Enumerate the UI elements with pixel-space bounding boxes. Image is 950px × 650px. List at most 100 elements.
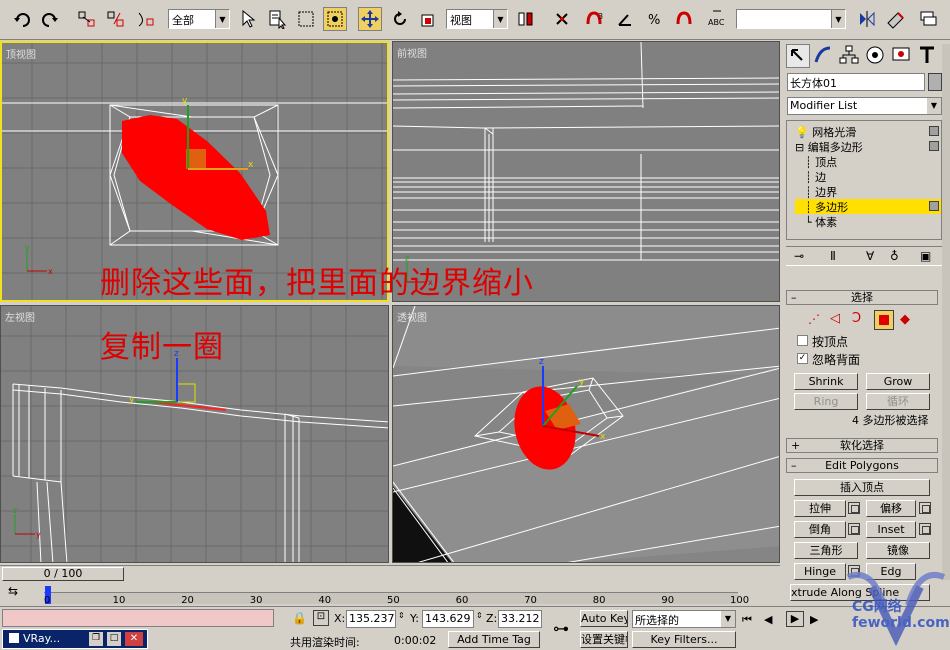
remove-modifier-icon[interactable]: ♁: [890, 249, 899, 263]
spinner-icon[interactable]: ⇕: [476, 611, 483, 620]
polygon-mode-icon[interactable]: [874, 310, 894, 330]
soft-selection-rollout-header[interactable]: + 软化选择: [786, 438, 938, 453]
edit-polygons-rollout-header[interactable]: – Edit Polygons: [786, 458, 938, 473]
bind-spacewarp-icon[interactable]: [134, 7, 158, 31]
redo-icon[interactable]: [38, 7, 62, 31]
border-mode-icon[interactable]: Ↄ: [852, 311, 861, 326]
element-mode-icon[interactable]: ◆: [900, 312, 910, 327]
stack-item-vertex[interactable]: ┊ 顶点: [795, 154, 941, 169]
select-link-icon[interactable]: [75, 7, 99, 31]
object-color-swatch[interactable]: [928, 73, 942, 91]
modifier-list-dropdown[interactable]: Modifier List ▼: [787, 97, 942, 115]
track-bar-icon[interactable]: ⇆: [8, 584, 28, 602]
configure-sets-icon[interactable]: ▣: [920, 249, 931, 263]
timeline-tick-label: 10: [112, 595, 126, 606]
selection-rollout-header[interactable]: – 选择: [786, 290, 938, 305]
show-end-result-icon[interactable]: Ⅱ: [830, 249, 836, 263]
loop-button[interactable]: 循环: [866, 393, 930, 410]
pin-stack-icon[interactable]: ⊸: [794, 249, 804, 263]
bevel-settings-icon[interactable]: [848, 523, 860, 535]
lock-icon[interactable]: 🔒: [292, 611, 307, 627]
annotation-line-1: 删除这些面，把里面的边界缩小: [100, 266, 534, 301]
extrude-settings-icon[interactable]: [848, 502, 860, 514]
close-icon[interactable]: ✕: [125, 632, 143, 646]
undo-icon[interactable]: [10, 7, 34, 31]
percent-snap-icon[interactable]: %: [643, 7, 667, 31]
ring-button[interactable]: Ring: [794, 393, 858, 410]
key-icon[interactable]: ⊶: [546, 611, 576, 647]
stack-item-border[interactable]: ┊ 边界: [795, 184, 941, 199]
display-tab-icon[interactable]: [890, 44, 914, 68]
snap-3d-icon[interactable]: 3: [583, 7, 607, 31]
align-icon[interactable]: [884, 7, 908, 31]
z-coord-field[interactable]: 33.212: [498, 610, 542, 628]
unlink-icon[interactable]: [104, 7, 128, 31]
stack-item-edit-poly[interactable]: ⊟ 编辑多边形: [795, 139, 941, 154]
set-key-button[interactable]: 设置关键帧: [580, 631, 628, 648]
spinner-icon[interactable]: ⇕: [398, 611, 405, 620]
restore-icon[interactable]: ❐: [89, 632, 103, 646]
layer-manager-icon[interactable]: [916, 7, 940, 31]
modify-tab-icon[interactable]: [812, 44, 836, 68]
stack-item-polygon[interactable]: ┊ 多边形: [795, 199, 941, 214]
angle-snap-icon[interactable]: [613, 7, 637, 31]
bevel-button[interactable]: 倒角: [794, 521, 846, 538]
window-crossing-icon[interactable]: [323, 7, 347, 31]
by-vertex-checkbox[interactable]: [797, 335, 808, 346]
vertex-mode-icon[interactable]: ⋰: [808, 312, 820, 326]
utilities-tab-icon[interactable]: [916, 44, 940, 68]
maximize-icon[interactable]: □: [107, 632, 121, 646]
x-coord-field[interactable]: 135.237: [346, 610, 396, 628]
select-manipulate-icon[interactable]: [550, 7, 574, 31]
add-time-tag-button[interactable]: Add Time Tag: [448, 631, 540, 648]
stack-item-meshsmooth[interactable]: 💡 网格光滑: [795, 124, 941, 139]
selection-filter-dropdown[interactable]: 全部 ▼: [168, 9, 230, 29]
y-coord-field[interactable]: 143.629: [422, 610, 474, 628]
mirror-icon[interactable]: [855, 7, 879, 31]
select-by-name-icon[interactable]: [265, 7, 289, 31]
edit-named-selection-icon[interactable]: ABC: [705, 7, 729, 31]
key-mode-dropdown[interactable]: 所选择的 ▼: [632, 610, 736, 628]
insert-vertex-button[interactable]: 插入顶点: [794, 479, 930, 496]
move-icon[interactable]: [358, 7, 382, 31]
prev-frame-icon[interactable]: ◀: [764, 613, 772, 626]
outline-settings-icon[interactable]: [919, 502, 931, 514]
play-icon[interactable]: ▶: [786, 611, 804, 627]
maxscript-listener[interactable]: [2, 609, 274, 627]
taskbar-button[interactable]: VRay... ❐ □ ✕: [2, 629, 148, 649]
outline-button[interactable]: 偏移: [866, 500, 916, 517]
create-tab-icon[interactable]: [786, 44, 810, 68]
stack-item-element[interactable]: └ 体素: [795, 214, 941, 229]
stack-item-edge[interactable]: ┊ 边: [795, 169, 941, 184]
grow-button[interactable]: Grow: [866, 373, 930, 390]
absolute-mode-icon[interactable]: ⊡: [313, 610, 329, 626]
hierarchy-tab-icon[interactable]: [838, 44, 862, 68]
spinner-snap-icon[interactable]: [673, 7, 697, 31]
ignore-backfacing-checkbox[interactable]: ✓: [797, 353, 808, 364]
ref-coord-dropdown[interactable]: 视图 ▼: [446, 9, 508, 29]
next-frame-icon[interactable]: ▶: [810, 613, 818, 626]
inset-button[interactable]: Inset: [866, 521, 916, 538]
shrink-button[interactable]: Shrink: [794, 373, 858, 390]
go-to-start-icon[interactable]: ⏮: [742, 613, 752, 627]
scale-icon[interactable]: [417, 7, 441, 31]
rotate-icon[interactable]: [388, 7, 412, 31]
hinge-button[interactable]: Hinge: [794, 563, 846, 580]
inset-settings-icon[interactable]: [919, 523, 931, 535]
named-selection-dropdown[interactable]: ▼: [736, 9, 846, 29]
panel-scrollbar[interactable]: [942, 44, 950, 580]
motion-tab-icon[interactable]: [864, 44, 888, 68]
time-slider-thumb[interactable]: 0 / 100: [2, 567, 124, 581]
auto-key-button[interactable]: Auto Key: [580, 610, 628, 627]
extrude-button[interactable]: 拉伸: [794, 500, 846, 517]
key-filters-button[interactable]: Key Filters...: [632, 631, 736, 648]
select-object-icon[interactable]: [236, 7, 260, 31]
y-coord-value: 143.629: [425, 612, 471, 625]
make-unique-icon[interactable]: ∀: [866, 249, 874, 263]
viewport-perspective[interactable]: z y x 透视图: [392, 305, 780, 563]
object-name-field[interactable]: 长方体01: [787, 73, 925, 91]
stack-config-icon: [929, 126, 939, 136]
edge-mode-icon[interactable]: ◁: [830, 311, 840, 326]
rect-selection-icon[interactable]: [294, 7, 318, 31]
pivot-center-icon[interactable]: [514, 7, 538, 31]
